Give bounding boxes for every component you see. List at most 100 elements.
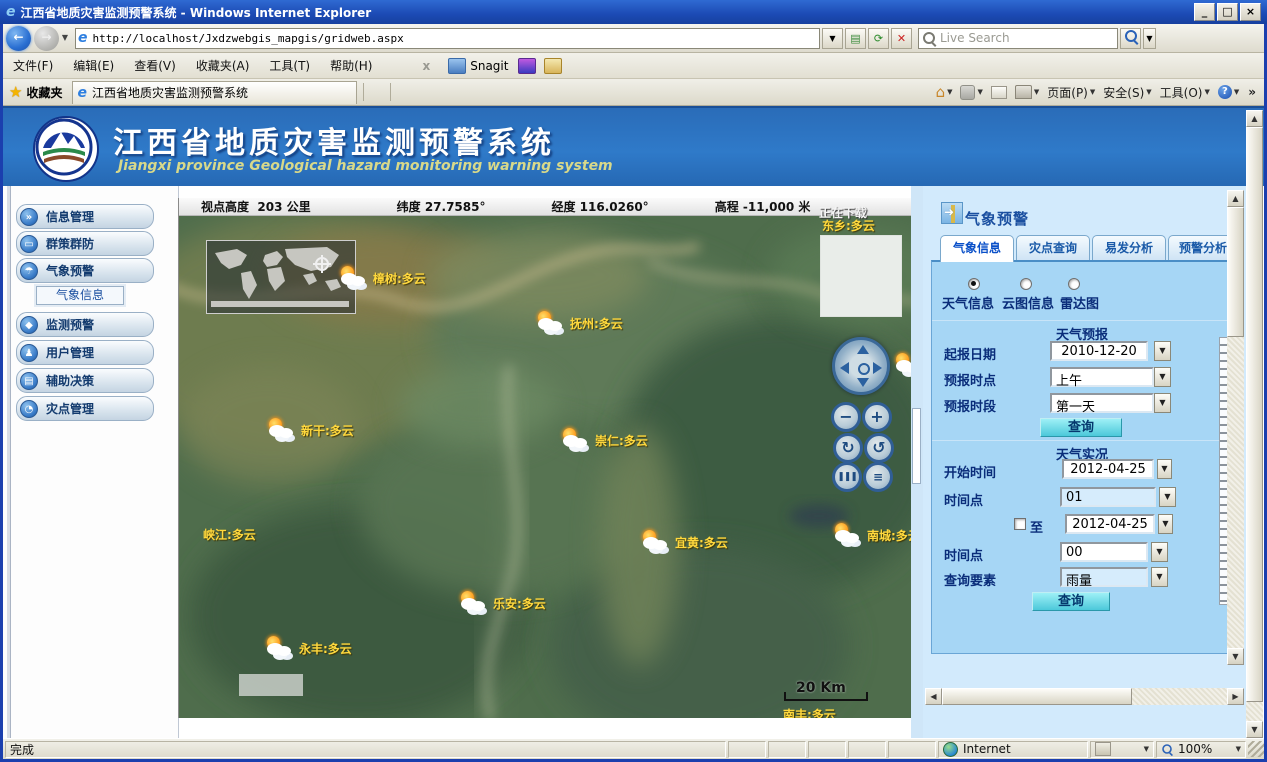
- weather-label-dongxiang[interactable]: 东乡:多云: [822, 217, 875, 234]
- page-menu-button[interactable]: 页面(P)▼: [1044, 82, 1098, 103]
- radio-label-radar[interactable]: 雷达图: [1060, 293, 1099, 312]
- stop-button[interactable]: ✕: [891, 28, 912, 49]
- pan-down-icon[interactable]: [857, 378, 869, 387]
- forecast-time-dropdown[interactable]: ▼: [1154, 367, 1171, 387]
- radio-cloud-image[interactable]: [1020, 278, 1032, 290]
- weather-marker-edge[interactable]: 多云: [894, 353, 911, 377]
- zoom-in-button[interactable]: +: [862, 402, 892, 432]
- panel-hscroll-thumb[interactable]: [942, 688, 1132, 705]
- sidebar-item-group-prevention[interactable]: ▭群策群防: [16, 231, 154, 256]
- favorites-label[interactable]: 收藏夹: [26, 84, 62, 101]
- zoom-out-button[interactable]: −: [831, 402, 861, 432]
- live-start-field[interactable]: 2012-04-25: [1062, 459, 1154, 479]
- query-element-field[interactable]: 雨量: [1060, 567, 1148, 587]
- window-scroll-down-button[interactable]: ▼: [1246, 721, 1263, 738]
- panel-scroll-thumb[interactable]: [1227, 207, 1244, 337]
- rotate-ccw-button[interactable]: ↺: [864, 433, 894, 463]
- forecast-period-dropdown[interactable]: ▼: [1154, 393, 1171, 413]
- close-button[interactable]: ×: [1240, 3, 1261, 21]
- sidebar-item-monitor-warning[interactable]: ◆监测预警: [16, 312, 154, 337]
- tab-hazard-query[interactable]: 灾点查询: [1016, 235, 1090, 260]
- help-menu-button[interactable]: ?▼: [1215, 83, 1242, 101]
- window-scroll-up-button[interactable]: ▲: [1246, 110, 1263, 127]
- menu-view[interactable]: 查看(V): [124, 54, 186, 77]
- feeds-button[interactable]: ▼: [957, 83, 985, 102]
- pan-right-icon[interactable]: [873, 362, 882, 374]
- sidebar-item-decision-support[interactable]: ▤辅助决策: [16, 368, 154, 393]
- end-time-field[interactable]: 2012-04-25: [1065, 514, 1155, 534]
- live-start-dropdown[interactable]: ▼: [1157, 459, 1172, 479]
- title-bar[interactable]: e 江西省地质灾害监测预警系统 - Windows Internet Explo…: [0, 0, 1267, 24]
- end-time-checkbox[interactable]: [1014, 518, 1026, 530]
- pan-control[interactable]: [832, 337, 890, 395]
- radio-weather-info[interactable]: [968, 278, 980, 290]
- address-input[interactable]: e http://localhost/Jxdzwebgis_mapgis/gri…: [75, 28, 820, 49]
- history-dropdown-icon[interactable]: ▼: [59, 30, 71, 46]
- forecast-date-field[interactable]: 2010-12-20: [1050, 341, 1148, 361]
- forecast-query-button[interactable]: 查询: [1040, 418, 1122, 437]
- menu-file[interactable]: 文件(F): [3, 54, 63, 77]
- live-hour-field[interactable]: 01: [1060, 487, 1156, 507]
- maximize-button[interactable]: □: [1217, 3, 1238, 21]
- read-mail-button[interactable]: [988, 84, 1010, 101]
- menu-tools[interactable]: 工具(T): [259, 54, 320, 77]
- tab-susceptibility-analysis[interactable]: 易发分析: [1092, 235, 1166, 260]
- snagit-label[interactable]: Snagit: [470, 59, 508, 73]
- sidebar-item-info-management[interactable]: »信息管理: [16, 204, 154, 229]
- safety-menu-button[interactable]: 安全(S)▼: [1100, 82, 1154, 103]
- live-query-button[interactable]: 查询: [1032, 592, 1110, 611]
- search-input[interactable]: Live Search: [918, 28, 1118, 49]
- sidebar-item-weather-warning[interactable]: ☂气象预警: [16, 258, 154, 283]
- panel-hscroll-right-button[interactable]: ▶: [1227, 688, 1244, 705]
- radio-radar-image[interactable]: [1068, 278, 1080, 290]
- pan-center-icon[interactable]: [858, 363, 870, 375]
- pan-up-icon[interactable]: [857, 345, 869, 354]
- forward-button[interactable]: →: [34, 26, 59, 51]
- address-dropdown-button[interactable]: ▼: [822, 28, 843, 49]
- snagit-icon[interactable]: [448, 58, 466, 74]
- menu-favorites[interactable]: 收藏夹(A): [186, 54, 260, 77]
- sidebar-subitem-weather-info[interactable]: 气象信息: [36, 286, 124, 305]
- home-button[interactable]: ⌂▼: [933, 81, 956, 103]
- weather-marker-yihuang[interactable]: 宜黄:多云: [641, 530, 728, 554]
- menu-help[interactable]: 帮助(H): [320, 54, 382, 77]
- search-go-button[interactable]: [1120, 28, 1141, 49]
- weather-marker-lean[interactable]: 乐安:多云: [459, 591, 546, 615]
- search-options-dropdown[interactable]: ▼: [1143, 28, 1156, 49]
- radio-label-weather[interactable]: 天气信息: [942, 293, 994, 312]
- minimize-button[interactable]: _: [1194, 3, 1215, 21]
- weather-marker-fuzhou[interactable]: 抚州:多云: [536, 311, 623, 335]
- map-canvas[interactable]: 正在下载 东乡:多云 樟树:多云 抚州:多云 新干:多云 崇仁:多云 峡江:多云…: [179, 216, 911, 718]
- snagit-toolbar-close[interactable]: x: [422, 59, 430, 73]
- forecast-time-field[interactable]: 上午: [1050, 367, 1154, 387]
- page-tab[interactable]: e 江西省地质灾害监测预警系统: [72, 81, 357, 104]
- panel-scroll-up-button[interactable]: ▲: [1227, 190, 1244, 207]
- print-button[interactable]: ▼: [1012, 83, 1042, 101]
- weather-marker-nancheng[interactable]: 南城:多云: [833, 523, 911, 547]
- layers-button[interactable]: ≡: [863, 462, 893, 492]
- panel-hscroll-left-button[interactable]: ◀: [925, 688, 942, 705]
- weather-marker-xingan[interactable]: 新干:多云: [267, 418, 354, 442]
- zoom-control[interactable]: 100% ▼: [1156, 741, 1246, 758]
- refresh-button[interactable]: ⟳: [868, 28, 889, 49]
- forecast-period-field[interactable]: 第一天: [1050, 393, 1154, 413]
- radio-label-cloud[interactable]: 云图信息: [1002, 293, 1054, 312]
- protected-mode-pane[interactable]: ▼: [1090, 741, 1154, 758]
- weather-label-xiajiang[interactable]: 峡江:多云: [203, 526, 256, 543]
- back-button[interactable]: ←: [6, 26, 31, 51]
- snagit-edit-icon[interactable]: [544, 58, 562, 74]
- panel-scroll-down-button[interactable]: ▼: [1227, 648, 1244, 665]
- resize-grip[interactable]: [1248, 741, 1264, 757]
- snagit-capture-icon[interactable]: [518, 58, 536, 74]
- weather-marker-yongfeng[interactable]: 永丰:多云: [265, 636, 352, 660]
- rotate-cw-button[interactable]: ↻: [833, 433, 863, 463]
- weather-marker-chongren[interactable]: 崇仁:多云: [561, 428, 648, 452]
- favorites-star-icon[interactable]: ★: [9, 83, 22, 101]
- tools-menu-button[interactable]: 工具(O)▼: [1157, 82, 1213, 103]
- sidebar-item-hazard-management[interactable]: ◔灾点管理: [16, 396, 154, 421]
- window-scroll-thumb[interactable]: [1246, 127, 1263, 702]
- weather-label-nanfeng[interactable]: 南丰:多云: [783, 706, 836, 718]
- compatibility-view-button[interactable]: ▤: [845, 28, 866, 49]
- live-hour2-dropdown[interactable]: ▼: [1151, 542, 1168, 562]
- live-hour2-field[interactable]: 00: [1060, 542, 1148, 562]
